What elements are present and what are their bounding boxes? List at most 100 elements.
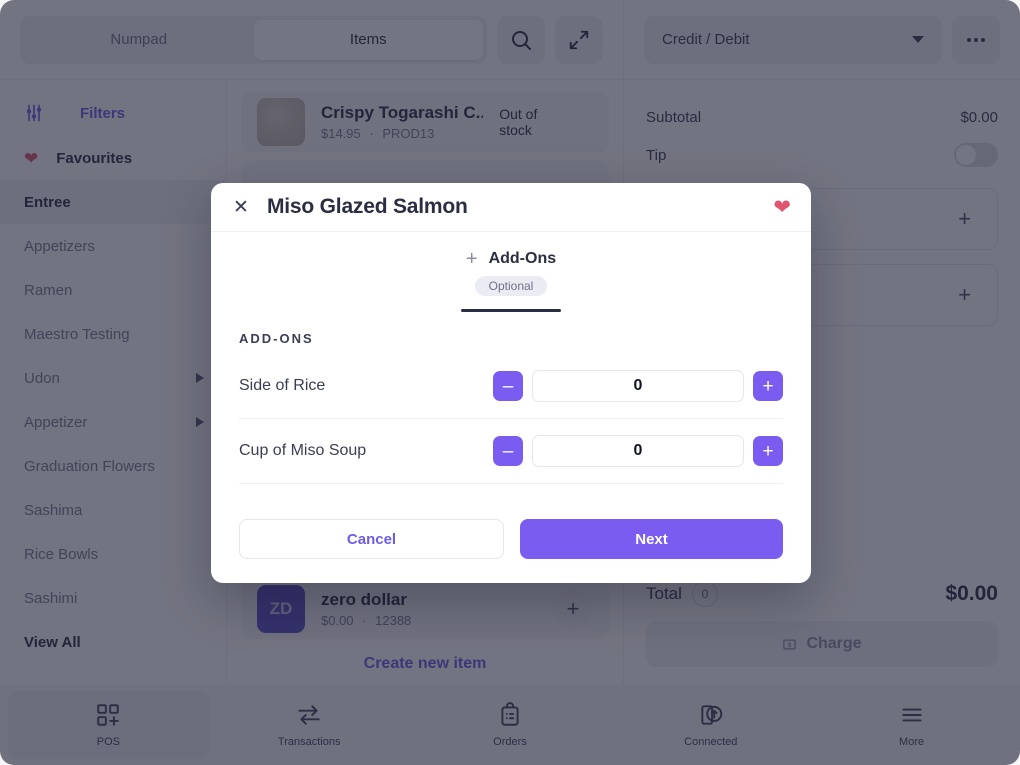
category-label: Sashimi — [24, 589, 78, 607]
subtotal-label: Subtotal — [646, 108, 702, 126]
favourites-label: Favourites — [56, 149, 133, 167]
page-title: Miso Glazed Salmon — [267, 195, 468, 218]
sidebar-item-maestro-testing[interactable]: Maestro Testing — [0, 312, 226, 356]
transfer-arrows-icon — [296, 702, 322, 728]
charge-button[interactable]: $ Charge — [646, 621, 998, 667]
payment-method-select[interactable]: Credit / Debit — [644, 15, 942, 64]
plus-icon: + — [566, 596, 580, 622]
addon-row: Cup of Miso Soup – 0 + — [239, 419, 783, 484]
quantity-stepper: – 0 + — [493, 435, 783, 467]
chevron-right-icon — [196, 417, 204, 427]
category-label: Appetizer — [24, 413, 88, 431]
category-sidebar: Filters ❤ Favourites Entree Appetizers R… — [0, 80, 226, 685]
subtotal-row: Subtotal $0.00 — [646, 98, 998, 136]
cancel-button[interactable]: Cancel — [239, 519, 504, 559]
tab-numpad[interactable]: Numpad — [24, 20, 254, 60]
increment-button[interactable]: + — [753, 371, 783, 401]
item-initials-avatar: ZD — [257, 585, 305, 634]
sidebar-item-entree[interactable]: Entree — [0, 180, 226, 224]
category-label: Maestro Testing — [24, 325, 130, 343]
item-sku: 12388 — [375, 613, 412, 629]
charge-label: Charge — [806, 635, 862, 652]
sidebar-item-appetizers[interactable]: Appetizers — [0, 224, 226, 268]
tab-add-ons[interactable]: + Add-Ons Optional — [461, 249, 561, 312]
item-price: $14.95 — [321, 125, 361, 141]
decrement-button[interactable]: – — [493, 371, 523, 401]
expand-button[interactable] — [555, 15, 603, 64]
modal-header: ✕ Miso Glazed Salmon ❤ — [211, 183, 811, 232]
mode-segmented-control[interactable]: Numpad Items — [20, 15, 487, 64]
sidebar-item-appetizer[interactable]: Appetizer — [0, 400, 226, 444]
sliders-icon — [24, 103, 44, 123]
nav-item-orders[interactable]: Orders — [410, 691, 611, 759]
category-label: Entree — [24, 193, 71, 211]
meta-separator: · — [362, 613, 367, 629]
plus-icon: + — [958, 206, 971, 231]
item-name: zero dollar — [321, 590, 407, 610]
plus-icon: + — [958, 282, 971, 307]
modal-footer: Cancel Next — [211, 507, 811, 583]
tab-label: Add-Ons — [488, 250, 557, 267]
total-value: $0.00 — [945, 582, 998, 605]
app-root: Numpad Items Credit / Debit Filters ❤ Fa… — [0, 0, 1020, 765]
list-item[interactable]: ZD zero dollar $0.00 · 12388 + — [241, 579, 609, 639]
nav-item-transactions[interactable]: Transactions — [209, 691, 410, 759]
sidebar-item-graduation-flowers[interactable]: Graduation Flowers — [0, 444, 226, 488]
expand-icon — [568, 29, 590, 51]
nav-item-more[interactable]: More — [811, 691, 1012, 759]
category-label: Udon — [24, 369, 60, 387]
item-name: Crispy Togarashi C... — [321, 102, 484, 122]
increment-button[interactable]: + — [753, 436, 783, 466]
tip-toggle[interactable] — [954, 143, 998, 167]
total-left: Total 0 — [646, 581, 718, 607]
nav-item-connected[interactable]: Connected — [610, 691, 811, 759]
close-icon[interactable]: ✕ — [231, 197, 251, 217]
nav-item-pos[interactable]: POS — [8, 691, 209, 759]
item-price: $0.00 — [321, 613, 354, 629]
total-label: Total — [646, 584, 682, 603]
sidebar-item-favourites[interactable]: ❤ Favourites — [0, 136, 226, 180]
status-badge: Out of stock — [499, 105, 538, 138]
quantity-input[interactable]: 0 — [532, 370, 744, 402]
category-label: Graduation Flowers — [24, 457, 155, 475]
heart-filled-icon[interactable]: ❤ — [773, 197, 791, 218]
sidebar-item-udon[interactable]: Udon — [0, 356, 226, 400]
add-item-button[interactable]: + — [553, 589, 593, 630]
clipboard-icon — [497, 702, 523, 728]
addon-row: Side of Rice – 0 + — [239, 354, 783, 419]
sidebar-item-rice-bowls[interactable]: Rice Bowls — [0, 532, 226, 576]
decrement-button[interactable]: – — [493, 436, 523, 466]
item-text-block: Crispy Togarashi C... $14.95 · PROD13 — [321, 103, 483, 141]
more-options-button[interactable] — [952, 15, 1000, 64]
item-meta: $0.00 · 12388 — [321, 613, 537, 628]
chevron-down-icon — [912, 36, 924, 43]
search-button[interactable] — [497, 15, 545, 64]
quantity-input[interactable]: 0 — [532, 435, 744, 467]
heart-icon: ❤ — [24, 148, 39, 168]
view-all-button[interactable]: View All — [0, 620, 226, 651]
next-button[interactable]: Next — [520, 519, 783, 559]
payment-method-value: Credit / Debit — [662, 31, 750, 48]
category-label: Rice Bowls — [24, 545, 99, 563]
modal-body: ADD-ONS Side of Rice – 0 + Cup of Miso S… — [211, 312, 811, 507]
cart-bottom: Total 0 $0.00 $ Charge — [624, 571, 1020, 685]
filters-label: Filters — [80, 104, 126, 122]
optional-badge: Optional — [474, 276, 548, 296]
filters-row[interactable]: Filters — [0, 90, 226, 136]
item-text-block: zero dollar $0.00 · 12388 — [321, 590, 537, 628]
top-bar: Numpad Items Credit / Debit — [0, 0, 1020, 80]
quantity-stepper: – 0 + — [493, 370, 783, 402]
addon-label: Side of Rice — [239, 377, 326, 394]
bottom-nav: POS Transactions Orders Connected More — [0, 685, 1020, 765]
tab-items[interactable]: Items — [253, 19, 483, 60]
hamburger-icon — [899, 702, 925, 728]
sidebar-item-sashima[interactable]: Sashima — [0, 488, 226, 532]
list-item[interactable]: Crispy Togarashi C... $14.95 · PROD13 Ou… — [241, 92, 609, 152]
create-new-item-link[interactable]: Create new item — [241, 649, 609, 673]
sidebar-item-ramen[interactable]: Ramen — [0, 268, 226, 312]
addon-label: Cup of Miso Soup — [239, 442, 367, 459]
section-title: ADD-ONS — [239, 331, 314, 346]
tip-row: Tip — [646, 136, 998, 174]
top-bar-left: Numpad Items — [0, 0, 624, 80]
sidebar-item-sashimi[interactable]: Sashimi — [0, 576, 226, 620]
